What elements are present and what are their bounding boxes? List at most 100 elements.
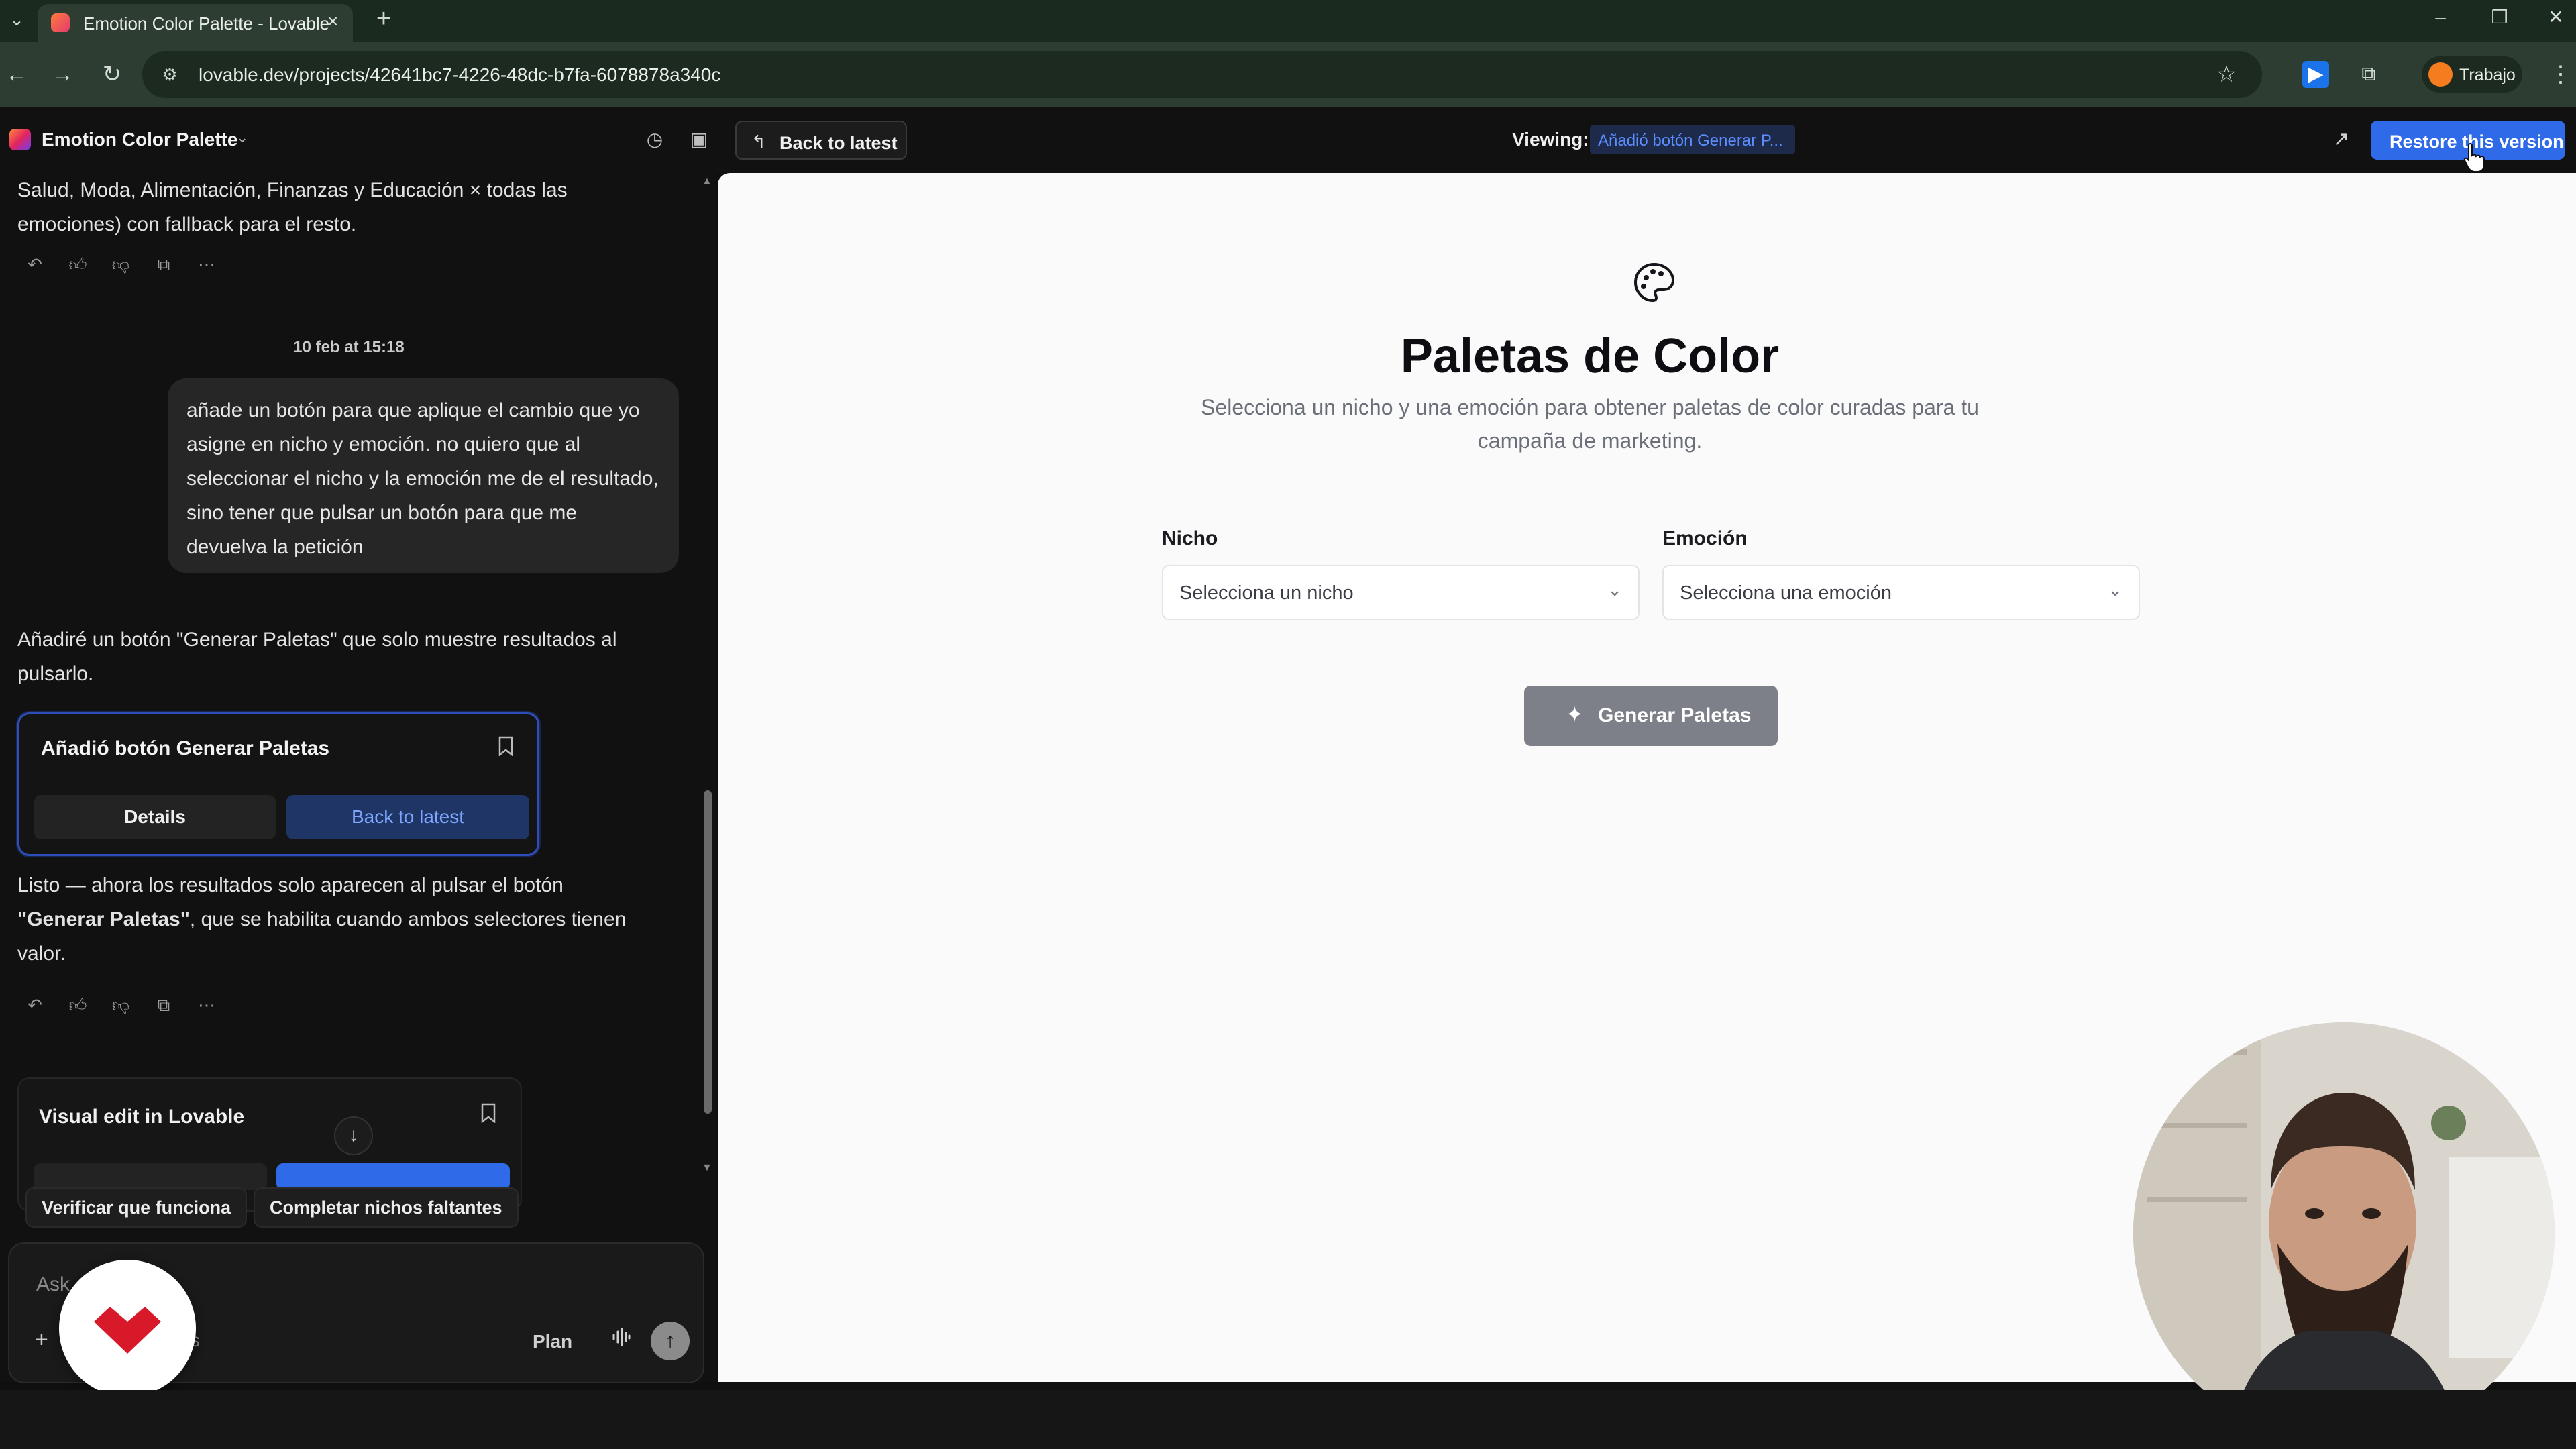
visual-card-secondary-button[interactable] <box>34 1163 267 1190</box>
viewing-label: Viewing: <box>1512 129 1589 150</box>
tab-list-icon[interactable]: ⌄ <box>7 9 27 30</box>
bookmark-icon[interactable] <box>494 736 517 763</box>
emotion-label: Emoción <box>1662 527 1748 549</box>
chat-line: pulsarlo. <box>17 663 94 685</box>
thumbs-up-icon[interactable]: 👍︎ <box>64 251 91 278</box>
new-tab-icon[interactable]: + <box>370 5 397 32</box>
version-card[interactable]: Añadió botón Generar Paletas Details Bac… <box>17 712 539 856</box>
back-to-latest-button[interactable]: ↰ Back to latest <box>735 121 907 160</box>
message-timestamp: 10 feb at 15:18 <box>293 338 405 356</box>
suggestion-chip[interactable]: Completar nichos faltantes <box>254 1187 519 1228</box>
bookmark-icon[interactable] <box>480 1103 496 1128</box>
bold-text: "Generar Paletas" <box>17 908 190 930</box>
add-attachment-icon[interactable]: + <box>35 1327 48 1353</box>
thumbs-up-icon[interactable]: 👍︎ <box>64 991 91 1018</box>
more-icon[interactable]: ⋯ <box>193 251 220 278</box>
app-header: Emotion Color Palette ⌄ ◷ ▣ ↰ Back to la… <box>0 107 2576 173</box>
chat-scrollbar-thumb[interactable] <box>704 790 712 1114</box>
close-tab-icon[interactable]: × <box>322 11 343 32</box>
copy-icon[interactable]: ⧉ <box>150 991 177 1018</box>
niche-select-value: Selecciona un nicho <box>1179 582 1354 604</box>
extensions-puzzle-icon[interactable]: ⧉ <box>2353 59 2384 90</box>
chat-line: Listo — ahora los resultados solo aparec… <box>17 874 564 896</box>
thumbs-down-icon[interactable]: 👎︎ <box>107 991 134 1018</box>
message-actions: ↶ 👍︎ 👎︎ ⧉ ⋯ <box>21 251 236 278</box>
copy-icon[interactable]: ⧉ <box>150 251 177 278</box>
visual-card-primary-button[interactable] <box>276 1163 510 1190</box>
browser-menu-icon[interactable]: ⋮ <box>2549 59 2572 90</box>
webcam-overlay <box>2133 1022 2555 1444</box>
undo-icon[interactable]: ↶ <box>21 251 48 278</box>
site-settings-icon[interactable]: ⚙ <box>158 63 181 86</box>
niche-label: Nicho <box>1162 527 1218 549</box>
emotion-select[interactable]: Selecciona una emoción ⌄ <box>1662 565 2140 620</box>
open-external-icon[interactable]: ↗ <box>2328 126 2355 153</box>
generate-palettes-button[interactable]: ✦ Generar Paletas <box>1524 686 1778 746</box>
chat-message-ai-done: Listo — ahora los resultados solo aparec… <box>17 868 626 971</box>
chat-text-span: , que se habilita cuando ambos selectore… <box>189 908 627 930</box>
profile-chip[interactable]: Trabajo <box>2422 56 2522 93</box>
user-message-bubble: añade un botón para que aplique el cambi… <box>168 378 679 573</box>
scroll-down-arrow-icon[interactable]: ▼ <box>702 1162 712 1174</box>
viewing-version-chip: Añadió botón Generar P... <box>1590 125 1795 154</box>
profile-name: Trabajo <box>2459 66 2516 85</box>
details-button[interactable]: Details <box>34 795 276 839</box>
forward-arrow-icon[interactable]: → <box>47 59 78 90</box>
browser-tab-active[interactable]: Emotion Color Palette - Lovable × <box>38 4 353 42</box>
niche-select[interactable]: Selecciona un nicho ⌄ <box>1162 565 1640 620</box>
project-name[interactable]: Emotion Color Palette <box>42 129 237 150</box>
channel-logo <box>59 1260 196 1397</box>
scroll-up-arrow-icon[interactable]: ▲ <box>702 176 712 188</box>
extension-blue-icon[interactable]: ▶ <box>2302 61 2329 88</box>
history-icon[interactable]: ◷ <box>641 126 668 153</box>
suggestion-chip[interactable]: Verificar que funciona <box>25 1187 248 1228</box>
chevron-down-icon[interactable]: ⌄ <box>236 129 248 146</box>
message-actions: ↶ 👍︎ 👎︎ ⧉ ⋯ <box>21 991 236 1018</box>
palette-icon <box>1633 262 1675 303</box>
chat-message-ai: Añadiré un botón "Generar Paletas" que s… <box>17 623 617 691</box>
address-bar-row: ← → ↻ ⚙ lovable.dev/projects/42641bc7-42… <box>0 42 2576 107</box>
chat-line: emociones) con fallback para el resto. <box>17 213 357 235</box>
page-title: Paletas de Color <box>1400 329 1780 383</box>
page-subtitle: Selecciona un nicho y una emoción para o… <box>1201 395 1979 453</box>
back-arrow-icon[interactable]: ← <box>1 59 32 90</box>
profile-avatar <box>2428 62 2453 87</box>
lovable-logo-icon <box>9 129 31 150</box>
visual-edit-title: Visual edit in Lovable <box>39 1106 245 1128</box>
plan-button[interactable]: Plan <box>533 1331 572 1352</box>
back-to-latest-card-button[interactable]: Back to latest <box>286 795 529 839</box>
chat-line: "Generar Paletas", que se habilita cuand… <box>17 902 626 936</box>
chevron-down-icon: ⌄ <box>1607 580 1622 600</box>
chat-line: Salud, Moda, Alimentación, Finanzas y Ed… <box>17 179 568 201</box>
hand-cursor-icon <box>2463 142 2485 172</box>
minimize-icon[interactable]: – <box>2420 4 2461 31</box>
sidebar-toggle-icon[interactable]: ▣ <box>686 126 712 153</box>
chat-line: valor. <box>17 943 66 965</box>
reload-icon[interactable]: ↻ <box>97 59 127 90</box>
presenter-video-image <box>2133 1022 2555 1444</box>
url-text[interactable]: lovable.dev/projects/42641bc7-4226-48dc-… <box>199 64 720 86</box>
scroll-to-bottom-icon[interactable]: ↓ <box>334 1116 373 1155</box>
return-arrow-icon: ↰ <box>751 131 766 152</box>
restore-window-icon[interactable]: ❐ <box>2479 4 2520 31</box>
close-window-icon[interactable]: ✕ <box>2536 4 2576 31</box>
back-to-latest-label: Back to latest <box>780 133 898 153</box>
chat-message-ai-partial: Salud, Moda, Alimentación, Finanzas y Ed… <box>17 173 568 241</box>
lovable-favicon-icon <box>51 13 70 32</box>
chat-line: Añadiré un botón "Generar Paletas" que s… <box>17 629 617 651</box>
chevron-down-icon: ⌄ <box>2108 580 2123 600</box>
emotion-select-value: Selecciona una emoción <box>1680 582 1892 604</box>
sparkles-icon: ✦ <box>1566 702 1584 727</box>
send-arrow-icon[interactable]: ↑ <box>651 1322 690 1360</box>
url-field[interactable]: ⚙ lovable.dev/projects/42641bc7-4226-48d… <box>142 51 2262 98</box>
more-icon[interactable]: ⋯ <box>193 991 220 1018</box>
undo-icon[interactable]: ↶ <box>21 991 48 1018</box>
channel-logo-icon <box>94 1307 161 1354</box>
generate-palettes-label: Generar Paletas <box>1598 704 1752 727</box>
voice-waveform-icon[interactable] <box>608 1327 635 1354</box>
tab-title: Emotion Color Palette - Lovable <box>83 13 330 34</box>
bookmark-star-icon[interactable]: ☆ <box>2212 60 2241 89</box>
bottom-bar <box>0 1390 2576 1449</box>
version-card-title: Añadió botón Generar Paletas <box>41 737 330 759</box>
thumbs-down-icon[interactable]: 👎︎ <box>107 251 134 278</box>
